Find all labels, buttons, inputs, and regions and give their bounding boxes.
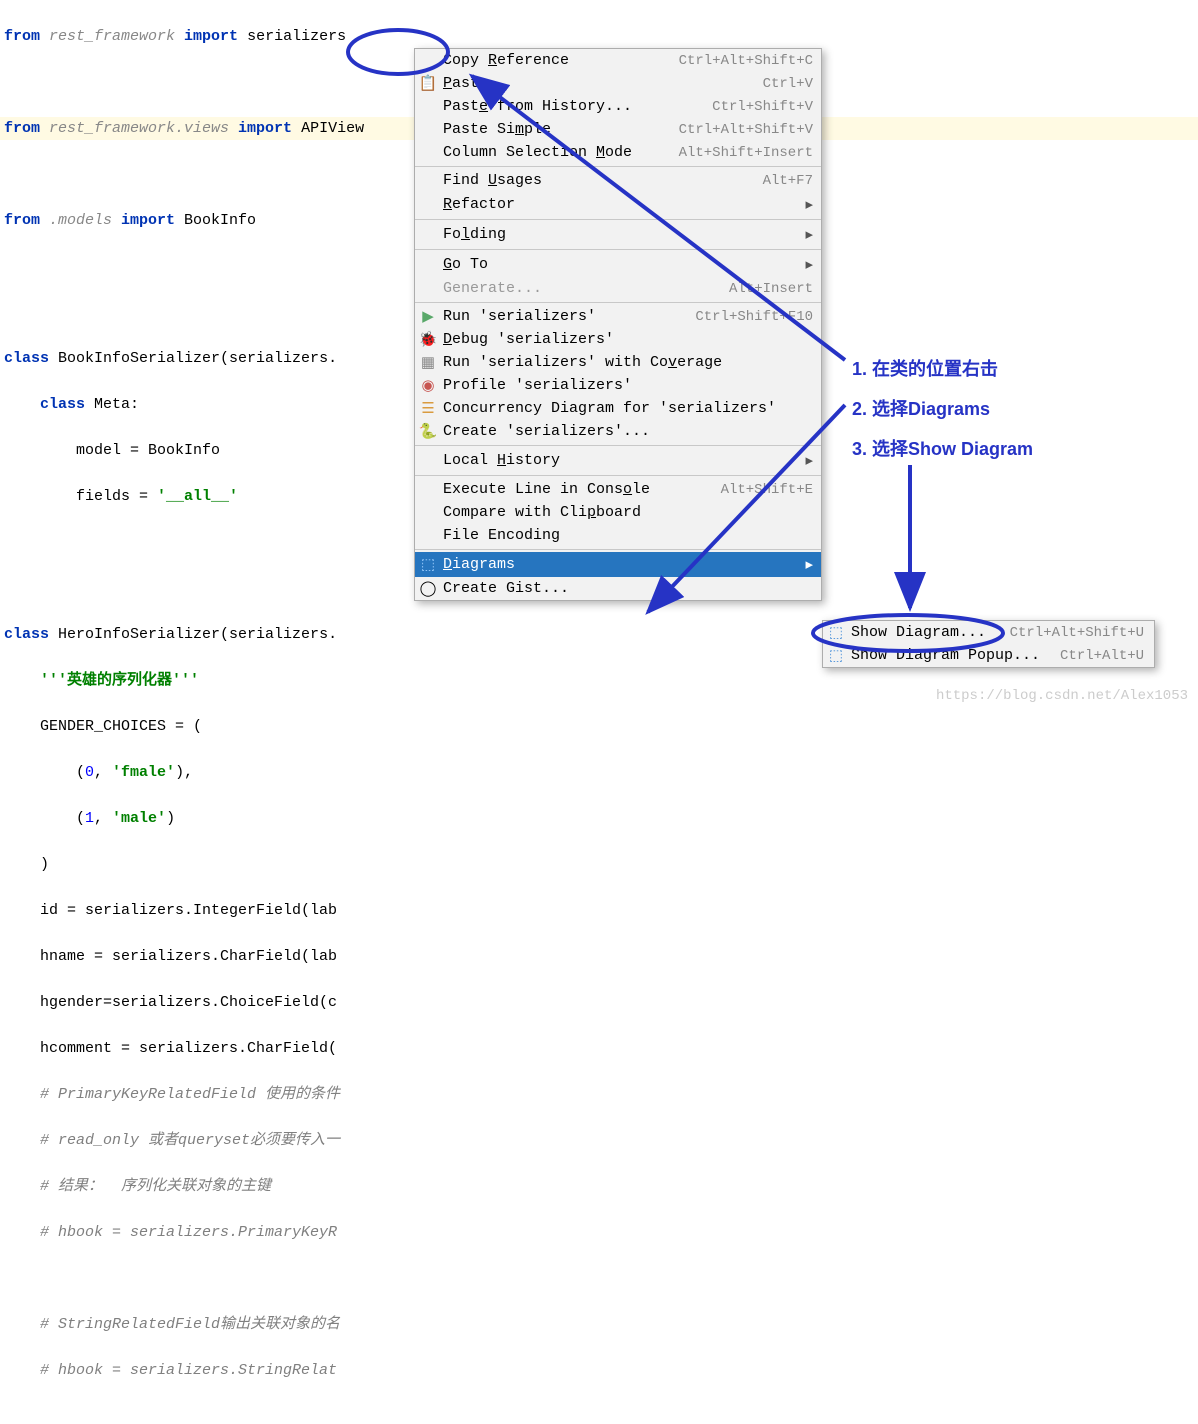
menu-separator (415, 249, 821, 250)
menu-separator (415, 219, 821, 220)
menu-create[interactable]: 🐍 Create 'serializers'... (415, 420, 821, 443)
menu-run-coverage[interactable]: ▦ Run 'serializers' with Coverage (415, 351, 821, 374)
menu-debug[interactable]: 🐞 Debug 'serializers' (415, 328, 821, 351)
code-line: GENDER_CHOICES = ( (0, 715, 1198, 738)
menu-concurrency[interactable]: ☰ Concurrency Diagram for 'serializers' (415, 397, 821, 420)
chevron-right-icon: ▸ (805, 225, 813, 244)
code-line: # hbook = serializers.StringRelat (0, 1359, 1198, 1382)
menu-copy-reference[interactable]: Copy ReferenceCtrl+Alt+Shift+C (415, 49, 821, 72)
submenu-show-diagram[interactable]: ⬚ Show Diagram... Ctrl+Alt+Shift+U (823, 621, 1154, 644)
code-line: hname = serializers.CharField(lab (0, 945, 1198, 968)
menu-diagrams[interactable]: ⬚ Diagrams▸ (415, 552, 821, 577)
github-icon: ◯ (419, 580, 437, 598)
menu-paste-history[interactable]: Paste from History...Ctrl+Shift+V (415, 95, 821, 118)
menu-generate[interactable]: Generate...Alt+Insert (415, 277, 821, 300)
watermark: https://blog.csdn.net/Alex1053 (936, 688, 1188, 704)
chevron-right-icon: ▸ (805, 451, 813, 470)
menu-separator (415, 475, 821, 476)
coverage-icon: ▦ (419, 354, 437, 372)
chevron-right-icon: ▸ (805, 555, 813, 574)
code-line: # hbook = serializers.PrimaryKeyR (0, 1221, 1198, 1244)
annotation-step3: 3. 选择Show Diagram (852, 435, 1033, 461)
menu-execute-line[interactable]: Execute Line in ConsoleAlt+Shift+E (415, 478, 821, 501)
menu-refactor[interactable]: Refactor▸ (415, 192, 821, 217)
diagram-icon: ⬚ (419, 556, 437, 574)
code-line: (1, 'male') (0, 807, 1198, 830)
code-line: ) (0, 853, 1198, 876)
code-line (0, 1405, 1198, 1424)
python-icon: 🐍 (419, 423, 437, 441)
context-menu: Copy ReferenceCtrl+Alt+Shift+C 📋 PasteCt… (414, 48, 822, 601)
chevron-right-icon: ▸ (805, 195, 813, 214)
debug-icon: 🐞 (419, 331, 437, 349)
menu-column-selection[interactable]: Column Selection ModeAlt+Shift+Insert (415, 141, 821, 164)
menu-create-gist[interactable]: ◯ Create Gist... (415, 577, 821, 600)
diagram-popup-icon: ⬚ (827, 647, 845, 665)
menu-separator (415, 302, 821, 303)
submenu-show-diagram-popup[interactable]: ⬚ Show Diagram Popup... Ctrl+Alt+U (823, 644, 1154, 667)
code-line: # PrimaryKeyRelatedField 使用的条件 (0, 1083, 1198, 1106)
chevron-right-icon: ▸ (805, 255, 813, 274)
menu-local-history[interactable]: Local History▸ (415, 448, 821, 473)
paste-icon: 📋 (419, 75, 437, 93)
menu-separator (415, 445, 821, 446)
run-icon: ▶ (419, 308, 437, 326)
code-line: hgender=serializers.ChoiceField(c (0, 991, 1198, 1014)
diagrams-submenu: ⬚ Show Diagram... Ctrl+Alt+Shift+U ⬚ Sho… (822, 620, 1155, 668)
menu-find-usages[interactable]: Find UsagesAlt+F7 (415, 169, 821, 192)
menu-separator (415, 549, 821, 550)
profile-icon: ◉ (419, 377, 437, 395)
code-line: (0, 'fmale'), (0, 761, 1198, 784)
annotation-step2: 2. 选择Diagrams (852, 395, 990, 421)
menu-paste[interactable]: 📋 PasteCtrl+V (415, 72, 821, 95)
menu-profile[interactable]: ◉ Profile 'serializers' (415, 374, 821, 397)
concurrency-icon: ☰ (419, 400, 437, 418)
menu-compare-clipboard[interactable]: Compare with Clipboard (415, 501, 821, 524)
code-line: hcomment = serializers.CharField( (0, 1037, 1198, 1060)
code-line: from rest_framework import serializers (0, 25, 1198, 48)
code-line: # 结果： 序列化关联对象的主键 (0, 1175, 1198, 1198)
menu-separator (415, 166, 821, 167)
code-line: id = serializers.IntegerField(lab (0, 899, 1198, 922)
menu-run[interactable]: ▶ Run 'serializers'Ctrl+Shift+F10 (415, 305, 821, 328)
code-line (0, 1267, 1198, 1290)
annotation-step1: 1. 在类的位置右击 (852, 355, 998, 381)
code-line: # read_only 或者queryset必须要传入一 (0, 1129, 1198, 1152)
menu-goto[interactable]: Go To▸ (415, 252, 821, 277)
menu-folding[interactable]: Folding▸ (415, 222, 821, 247)
code-line: # StringRelatedField输出关联对象的名 (0, 1313, 1198, 1336)
menu-file-encoding[interactable]: File Encoding (415, 524, 821, 547)
menu-paste-simple[interactable]: Paste SimpleCtrl+Alt+Shift+V (415, 118, 821, 141)
diagram-icon: ⬚ (827, 624, 845, 642)
